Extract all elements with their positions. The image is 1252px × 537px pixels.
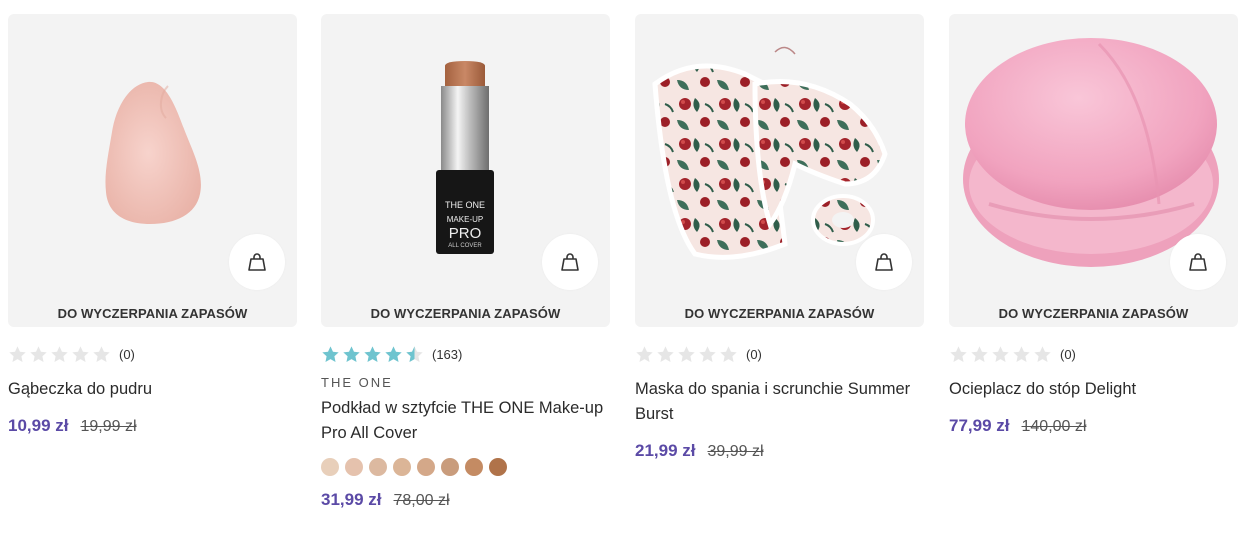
price-old: 19,99 zł [80, 418, 137, 435]
price-current: 21,99 zł [635, 441, 696, 460]
stock-badge: DO WYCZERPANIA ZAPASÓW [370, 306, 561, 321]
star-empty-icon [30, 345, 47, 362]
rating-count: (0) [119, 346, 135, 362]
product-card[interactable]: THE ONE MAKE-UP PRO ALL COVER DO WYCZERP… [321, 14, 610, 510]
price-old: 78,00 zł [393, 492, 450, 509]
product-image-tile[interactable]: DO WYCZERPANIA ZAPASÓW [8, 14, 297, 327]
add-to-cart-button[interactable] [542, 234, 598, 290]
shade-swatch[interactable] [321, 458, 339, 476]
shopping-bag-icon [875, 253, 893, 271]
star-empty-icon [636, 345, 653, 362]
star-empty-icon [51, 345, 68, 362]
shopping-bag-icon [248, 253, 266, 271]
price-current: 10,99 zł [8, 416, 69, 435]
star-empty-icon [1013, 345, 1030, 362]
price: 10,99 zł 19,99 zł [8, 416, 297, 436]
price: 21,99 zł 39,99 zł [635, 441, 924, 461]
shade-swatch[interactable] [369, 458, 387, 476]
product-card[interactable]: DO WYCZERPANIA ZAPASÓW (0) Gąbeczka do p… [8, 14, 297, 436]
add-to-cart-button[interactable] [856, 234, 912, 290]
star-empty-icon [678, 345, 695, 362]
product-name[interactable]: Gąbeczka do pudru [8, 377, 297, 402]
rating: (0) [635, 344, 924, 364]
product-card[interactable]: DO WYCZERPANIA ZAPASÓW (0) Ocieplacz do … [949, 14, 1238, 436]
product-card[interactable]: DO WYCZERPANIA ZAPASÓW (0) Maska do span… [635, 14, 924, 461]
star-rating [8, 345, 111, 364]
add-to-cart-button[interactable] [1170, 234, 1226, 290]
product-image-tile[interactable]: DO WYCZERPANIA ZAPASÓW [949, 14, 1238, 327]
svg-text:MAKE-UP: MAKE-UP [447, 215, 483, 224]
star-empty-icon [93, 345, 110, 362]
rating-count: (163) [432, 346, 463, 362]
star-empty-icon [950, 345, 967, 362]
rating: (163) [321, 344, 610, 364]
rating: (0) [949, 344, 1238, 364]
star-empty-icon [72, 345, 89, 362]
price: 31,99 zł 78,00 zł [321, 490, 610, 510]
star-empty-icon [992, 345, 1009, 362]
rating-count: (0) [746, 346, 762, 362]
product-name[interactable]: Podkład w sztyfcie THE ONE Make-up Pro A… [321, 396, 610, 446]
star-empty-icon [9, 345, 26, 362]
shade-swatch[interactable] [417, 458, 435, 476]
shopping-bag-icon [1189, 253, 1207, 271]
svg-text:ALL COVER: ALL COVER [448, 243, 482, 249]
rating-count: (0) [1060, 346, 1076, 362]
price-old: 39,99 zł [707, 443, 764, 460]
star-empty-icon [971, 345, 988, 362]
product-brand: THE ONE [321, 375, 393, 390]
star-filled-icon [322, 345, 339, 362]
product-name[interactable]: Ocieplacz do stóp Delight [949, 377, 1238, 402]
star-empty-icon [699, 345, 716, 362]
shade-swatch[interactable] [465, 458, 483, 476]
star-half-icon [406, 345, 423, 362]
star-rating [949, 345, 1052, 364]
star-filled-icon [364, 345, 381, 362]
svg-text:PRO: PRO [449, 225, 482, 242]
star-rating [321, 345, 424, 364]
shade-swatch[interactable] [345, 458, 363, 476]
price-current: 31,99 zł [321, 490, 382, 509]
stock-badge: DO WYCZERPANIA ZAPASÓW [57, 306, 248, 321]
shade-swatch[interactable] [393, 458, 411, 476]
star-empty-icon [657, 345, 674, 362]
product-grid: DO WYCZERPANIA ZAPASÓW (0) Gąbeczka do p… [0, 0, 1252, 537]
star-empty-icon [1034, 345, 1051, 362]
stock-badge: DO WYCZERPANIA ZAPASÓW [998, 306, 1189, 321]
star-filled-icon [385, 345, 402, 362]
star-filled-icon [343, 345, 360, 362]
star-rating [635, 345, 738, 364]
price-current: 77,99 zł [949, 416, 1010, 435]
svg-text:THE ONE: THE ONE [445, 200, 485, 210]
shopping-bag-icon [561, 253, 579, 271]
price: 77,99 zł 140,00 zł [949, 416, 1238, 436]
product-name[interactable]: Maska do spania i scrunchie Summer Burst [635, 377, 924, 427]
stock-badge: DO WYCZERPANIA ZAPASÓW [684, 306, 875, 321]
shade-swatches [321, 458, 610, 476]
price-old: 140,00 zł [1021, 418, 1087, 435]
product-image-tile[interactable]: THE ONE MAKE-UP PRO ALL COVER DO WYCZERP… [321, 14, 610, 327]
rating: (0) [8, 344, 297, 364]
shade-swatch[interactable] [441, 458, 459, 476]
product-image-tile[interactable]: DO WYCZERPANIA ZAPASÓW [635, 14, 924, 327]
shade-swatch[interactable] [489, 458, 507, 476]
star-empty-icon [720, 345, 737, 362]
add-to-cart-button[interactable] [229, 234, 285, 290]
